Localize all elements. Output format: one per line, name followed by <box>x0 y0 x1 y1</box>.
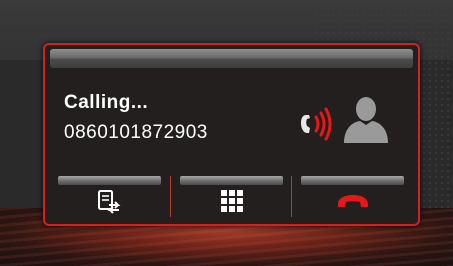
button-divider <box>291 176 292 217</box>
call-dialog: Calling... 0860101872903 <box>43 43 420 226</box>
transfer-button[interactable] <box>58 176 161 218</box>
dialog-title-bar <box>50 49 413 68</box>
dialpad-grid-icon <box>220 190 243 212</box>
button-divider <box>170 176 171 217</box>
hang-up-button-cap <box>301 176 404 185</box>
person-silhouette-icon <box>344 97 388 143</box>
call-transfer-icon <box>97 190 120 214</box>
phone-ringing-icon <box>301 107 332 141</box>
phone-number: 0860101872903 <box>64 122 208 143</box>
call-status-label: Calling... <box>64 92 149 113</box>
hang-up-phone-icon <box>337 195 368 207</box>
keypad-button[interactable] <box>180 176 283 218</box>
transfer-button-cap <box>58 176 161 185</box>
hang-up-button[interactable] <box>301 176 404 218</box>
keypad-button-cap <box>180 176 283 185</box>
